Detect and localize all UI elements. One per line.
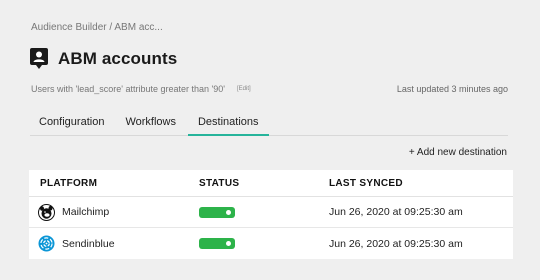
- audience-badge-icon: [30, 48, 48, 70]
- destinations-table: PLATFORM STATUS LAST SYNCED Mailchimp Ju…: [29, 170, 513, 259]
- column-header-platform[interactable]: PLATFORM: [29, 178, 187, 189]
- tab-destinations[interactable]: Destinations: [187, 110, 269, 136]
- platform-cell: Mailchimp: [29, 203, 187, 221]
- platform-name: Mailchimp: [62, 206, 110, 218]
- status-cell: [187, 238, 317, 249]
- page-title: ABM accounts: [58, 49, 178, 68]
- breadcrumb[interactable]: Audience Builder / ABM acc...: [31, 22, 163, 33]
- platform-cell: Sendinblue: [29, 235, 187, 252]
- toggle-knob: [226, 241, 231, 246]
- column-header-status[interactable]: STATUS: [187, 178, 317, 189]
- column-header-last-synced[interactable]: LAST SYNCED: [317, 178, 403, 189]
- mailchimp-logo-icon: [38, 203, 55, 221]
- page-header: ABM accounts: [30, 48, 177, 70]
- tab-bar: Configuration Workflows Destinations: [30, 110, 508, 136]
- status-toggle[interactable]: [199, 238, 235, 249]
- last-synced-cell: Jun 26, 2020 at 09:25:30 am: [329, 237, 463, 250]
- table-header: PLATFORM STATUS LAST SYNCED: [29, 170, 513, 197]
- add-destination-button[interactable]: + Add new destination: [409, 147, 507, 158]
- status-cell: [187, 206, 317, 218]
- audience-description: Users with 'lead_score' attribute greate…: [31, 84, 225, 94]
- description-row: Users with 'lead_score' attribute greate…: [31, 84, 508, 94]
- platform-name: Sendinblue: [62, 237, 115, 250]
- tab-workflows[interactable]: Workflows: [115, 110, 186, 136]
- last-updated-text: Last updated 3 minutes ago: [396, 84, 508, 94]
- sendinblue-logo-icon: [38, 235, 55, 252]
- edit-link[interactable]: [Edit]: [237, 86, 251, 92]
- table-row[interactable]: Sendinblue Jun 26, 2020 at 09:25:30 am: [29, 228, 513, 259]
- table-row[interactable]: Mailchimp Jun 26, 2020 at 09:25:30 am: [29, 197, 513, 228]
- toggle-knob: [226, 209, 231, 215]
- last-synced-cell: Jun 26, 2020 at 09:25:30 am: [329, 206, 463, 218]
- status-toggle[interactable]: [199, 206, 235, 218]
- tab-configuration[interactable]: Configuration: [30, 110, 114, 136]
